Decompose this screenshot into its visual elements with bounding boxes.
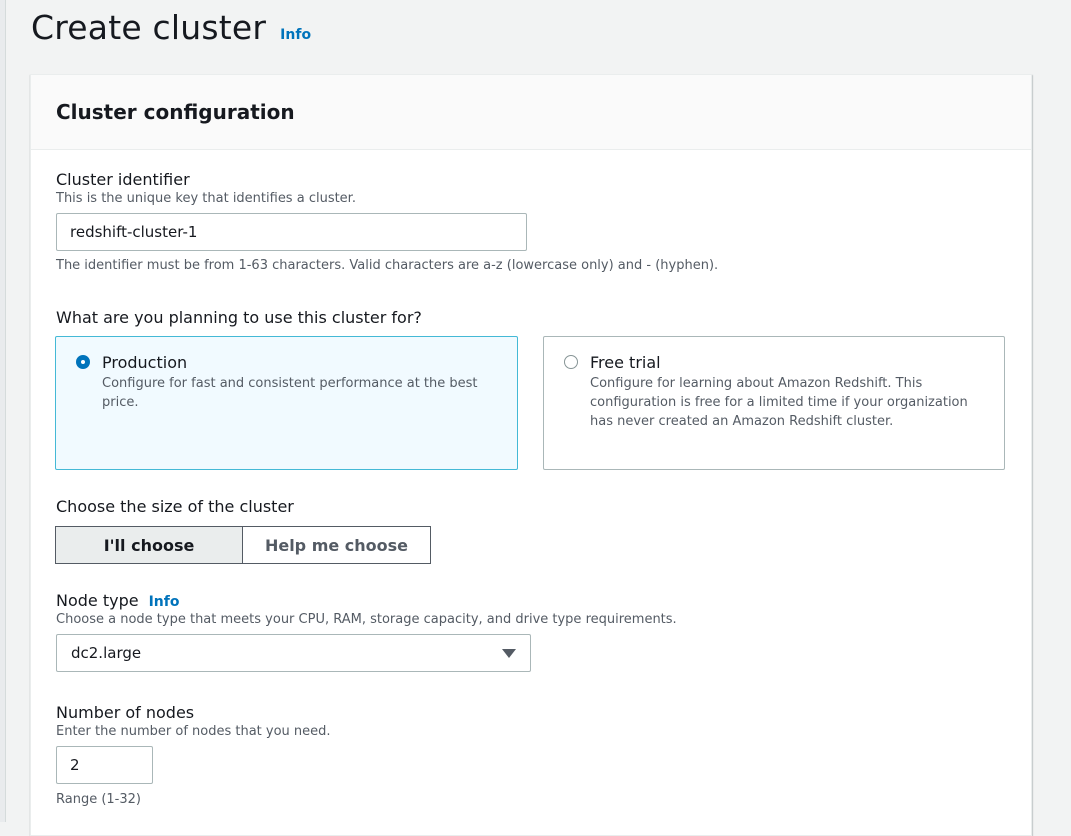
nodes-field: Number of nodes Enter the number of node…	[56, 703, 331, 807]
radio-checked-icon[interactable]	[76, 355, 90, 369]
side-edge	[0, 0, 6, 822]
size-segmented-control: I'll choose Help me choose	[55, 526, 431, 564]
node-type-description: Choose a node type that meets your CPU, …	[56, 612, 677, 627]
panel-title: Cluster configuration	[56, 100, 295, 124]
cluster-identifier-field: Cluster identifier This is the unique ke…	[56, 170, 718, 273]
tile-free-trial[interactable]: Free trial Configure for learning about …	[543, 336, 1005, 470]
node-type-info-link[interactable]: Info	[149, 594, 180, 610]
tile-production-title: Production	[102, 353, 188, 372]
caret-down-icon	[502, 648, 516, 658]
nodes-description: Enter the number of nodes that you need.	[56, 724, 331, 739]
size-field: Choose the size of the cluster	[56, 497, 294, 516]
tile-free-trial-title: Free trial	[590, 353, 661, 372]
panel-header: Cluster configuration	[31, 75, 1031, 150]
cluster-configuration-panel: Cluster configuration Cluster identifier…	[30, 74, 1032, 836]
tile-production[interactable]: Production Configure for fast and consis…	[55, 336, 518, 470]
cluster-identifier-constraint: The identifier must be from 1-63 charact…	[56, 258, 719, 273]
node-type-label: Node type	[56, 591, 139, 610]
nodes-label: Number of nodes	[56, 703, 195, 722]
usage-field: What are you planning to use this cluste…	[56, 308, 422, 327]
cluster-identifier-label: Cluster identifier	[56, 170, 190, 189]
ill-choose-button[interactable]: I'll choose	[55, 526, 243, 564]
node-type-value: dc2.large	[71, 644, 142, 662]
node-type-select[interactable]: dc2.large	[56, 634, 531, 672]
nodes-range: Range (1-32)	[56, 792, 141, 807]
tile-production-description: Configure for fast and consistent perfor…	[102, 376, 478, 410]
nodes-input[interactable]	[56, 746, 153, 784]
tile-free-trial-description: Configure for learning about Amazon Reds…	[590, 376, 968, 429]
usage-tiles: Production Configure for fast and consis…	[55, 336, 1005, 470]
size-label: Choose the size of the cluster	[56, 497, 294, 516]
radio-unchecked-icon[interactable]	[564, 355, 578, 369]
page-info-link[interactable]: Info	[280, 27, 311, 43]
page-header: Create cluster Info	[31, 8, 311, 47]
node-type-field: Node type Info Choose a node type that m…	[56, 591, 677, 672]
usage-label: What are you planning to use this cluste…	[56, 308, 422, 327]
cluster-identifier-input[interactable]	[56, 213, 527, 251]
node-type-label-row: Node type Info	[56, 591, 677, 610]
help-me-choose-button[interactable]: Help me choose	[243, 526, 431, 564]
page-title: Create cluster	[31, 8, 267, 47]
cluster-identifier-description: This is the unique key that identifies a…	[56, 191, 356, 206]
